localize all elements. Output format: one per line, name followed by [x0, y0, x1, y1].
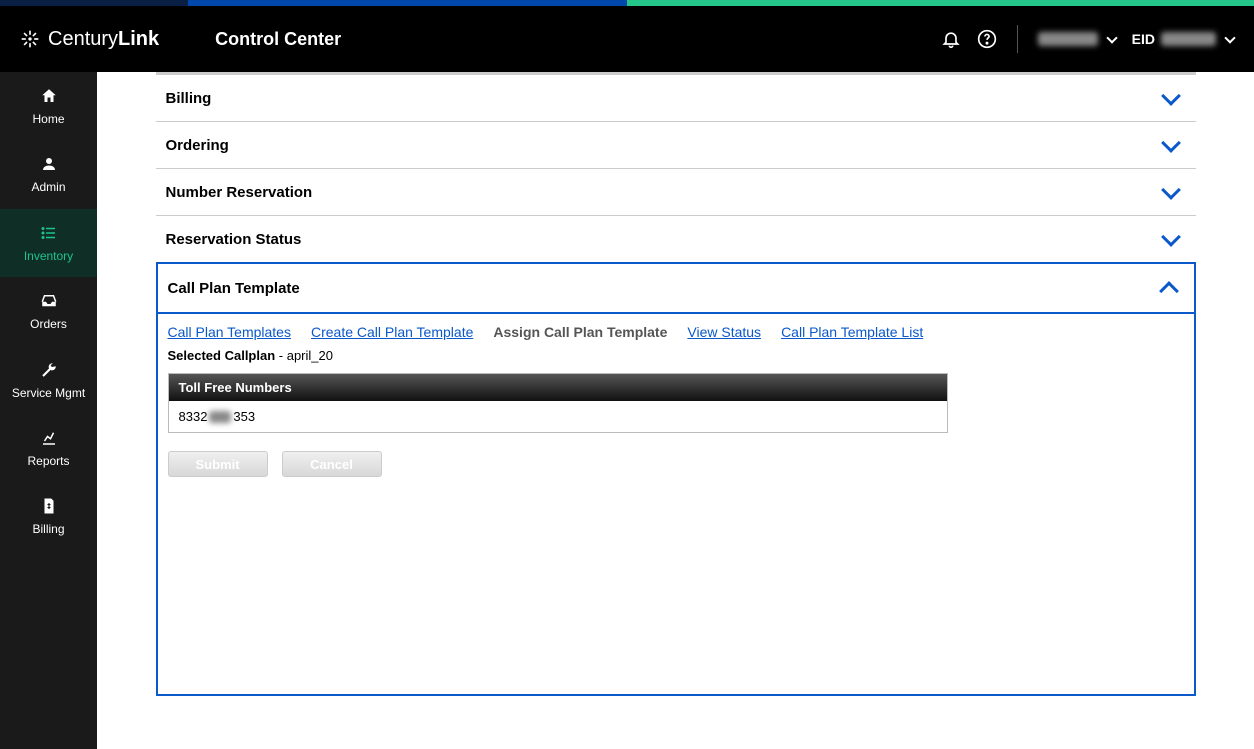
inbox-icon	[39, 291, 59, 311]
chevron-down-icon	[1224, 32, 1235, 43]
invoice-icon	[39, 496, 59, 516]
sidebar-item-orders[interactable]: Orders	[0, 277, 97, 345]
table-header: Toll Free Numbers	[169, 374, 947, 401]
tab-call-plan-template-list[interactable]: Call Plan Template List	[781, 324, 923, 340]
eid-menu[interactable]: EID xxxxx	[1132, 31, 1234, 47]
left-nav-sidebar: Home Admin Inventory Orders Service Mgmt…	[0, 72, 97, 749]
chevron-down-icon	[1161, 86, 1181, 106]
sidebar-item-label: Reports	[27, 454, 69, 468]
accordion-billing[interactable]: Billing	[156, 74, 1196, 121]
cancel-button[interactable]: Cancel	[282, 451, 382, 477]
chart-icon	[39, 428, 59, 448]
tab-assign-call-plan-template[interactable]: Assign Call Plan Template	[493, 324, 667, 340]
sidebar-item-service-mgmt[interactable]: Service Mgmt	[0, 346, 97, 414]
sidebar-item-label: Home	[32, 112, 64, 126]
chevron-down-icon	[1161, 133, 1181, 153]
sidebar-item-home[interactable]: Home	[0, 72, 97, 140]
sidebar-item-label: Orders	[30, 317, 67, 331]
top-accent-strip	[0, 0, 1254, 6]
centurylink-burst-icon	[20, 29, 40, 49]
chevron-down-icon	[1106, 32, 1117, 43]
help-icon[interactable]	[977, 29, 997, 49]
user-icon	[39, 154, 59, 174]
sidebar-item-admin[interactable]: Admin	[0, 140, 97, 208]
notifications-icon[interactable]	[941, 29, 961, 49]
accordion-reservation-status[interactable]: Reservation Status	[156, 215, 1196, 262]
wrench-icon	[39, 360, 59, 380]
selected-callplan-text: Selected Callplan - april_20	[168, 348, 1184, 363]
tab-call-plan-templates[interactable]: Call Plan Templates	[168, 324, 291, 340]
list-icon	[39, 223, 59, 243]
global-header: CenturyLink Control Center xxxxx EID xxx…	[0, 6, 1254, 72]
accordion-call-plan-template-panel: Call Plan Template Call Plan Templates C…	[156, 262, 1196, 696]
app-name: Control Center	[215, 29, 341, 50]
accordion-call-plan-template[interactable]: Call Plan Template	[158, 264, 1194, 314]
chevron-up-icon	[1159, 281, 1179, 301]
main-content: Billing Ordering Number Reservation Rese…	[97, 72, 1254, 749]
home-icon	[39, 86, 59, 106]
brand-logo: CenturyLink	[20, 28, 159, 51]
accordion-number-reservation[interactable]: Number Reservation	[156, 168, 1196, 215]
tab-create-call-plan-template[interactable]: Create Call Plan Template	[311, 324, 473, 340]
sidebar-item-label: Billing	[32, 522, 64, 536]
chevron-down-icon	[1161, 180, 1181, 200]
table-row: 8332xx353	[169, 401, 947, 432]
sidebar-item-label: Service Mgmt	[12, 386, 85, 400]
toll-free-numbers-table: Toll Free Numbers 8332xx353	[168, 373, 948, 433]
sidebar-item-label: Admin	[31, 180, 65, 194]
tab-view-status[interactable]: View Status	[687, 324, 761, 340]
sidebar-item-billing[interactable]: Billing	[0, 482, 97, 550]
sidebar-item-label: Inventory	[24, 249, 73, 263]
chevron-down-icon	[1161, 227, 1181, 247]
accordion-ordering[interactable]: Ordering	[156, 121, 1196, 168]
sidebar-item-reports[interactable]: Reports	[0, 414, 97, 482]
user-menu[interactable]: xxxxx	[1038, 32, 1116, 46]
submit-button[interactable]: Submit	[168, 451, 268, 477]
sidebar-item-inventory[interactable]: Inventory	[0, 209, 97, 277]
call-plan-subnav: Call Plan Templates Create Call Plan Tem…	[168, 324, 1184, 340]
